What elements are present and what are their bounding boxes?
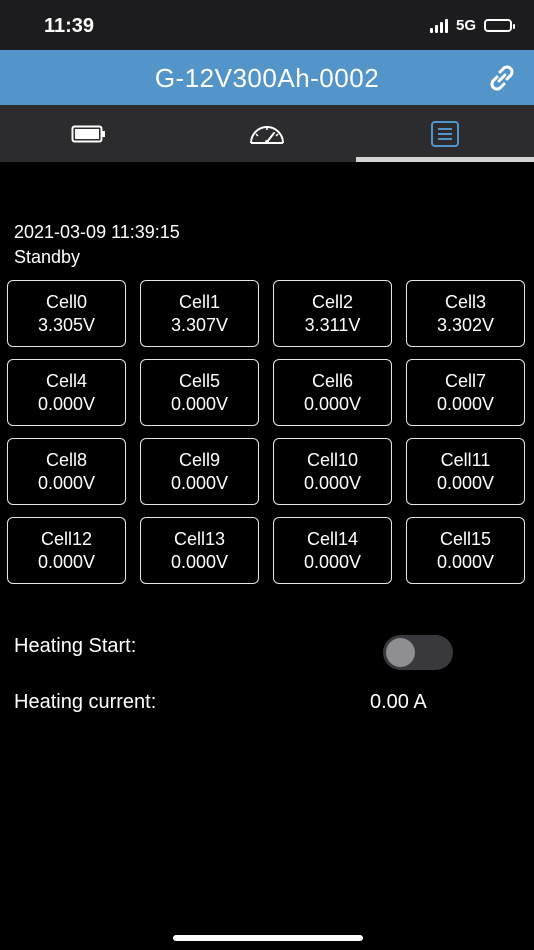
tab-bar [0,105,534,162]
cell-name: Cell6 [311,370,354,391]
cell-voltage-card: Cell3 3.302V [406,280,525,347]
cell-voltage-card: Cell10 0.000V [273,438,392,505]
cell-voltage: 0.000V [37,472,96,493]
cell-voltage: 0.000V [436,472,495,493]
cell-name: Cell4 [45,370,88,391]
cell-name: Cell1 [178,291,221,312]
battery-state: Standby [14,247,81,267]
cell-voltage-card: Cell7 0.000V [406,359,525,426]
cell-voltage-card: Cell13 0.000V [140,517,259,584]
title-bar: G-12V300Ah-0002 [0,50,534,105]
cell-voltage-grid: Cell0 3.305V Cell1 3.307V Cell2 3.311V Cell3 3.… [7,280,525,584]
cell-voltage: 0.000V [170,551,229,572]
cell-voltage-card: Cell2 3.311V [273,280,392,347]
cell-name: Cell11 [440,449,491,470]
cell-name: Cell2 [311,291,354,312]
heating-start-toggle[interactable] [383,635,453,670]
cell-voltage: 0.000V [303,551,362,572]
network-label: 5G [455,17,476,34]
cell-voltage-card: Cell0 3.305V [7,280,126,347]
home-indicator [173,935,363,941]
active-tab-indicator [356,157,534,162]
cell-voltage-card: Cell14 0.000V [273,517,392,584]
status-time: 11:39 [44,15,95,37]
signal-icon [429,18,448,33]
heating-start-label: Heating Start: [14,635,137,657]
toggle-knob [386,638,415,667]
tab-list[interactable] [356,105,534,162]
gauge-icon [250,125,284,144]
cell-voltage: 3.305V [37,314,96,335]
cell-name: Cell13 [173,528,226,549]
cell-name: Cell10 [306,449,359,470]
cell-name: Cell12 [40,528,93,549]
cell-voltage-card: Cell15 0.000V [406,517,525,584]
heating-current-value: 0.00 A [370,691,427,713]
cell-voltage-card: Cell5 0.000V [140,359,259,426]
tab-gauge[interactable] [178,105,356,162]
cell-voltage-card: Cell11 0.000V [406,438,525,505]
cell-voltage: 0.000V [170,472,229,493]
cell-voltage: 0.000V [303,472,362,493]
cell-name: Cell7 [444,370,487,391]
status-indicators: 5G [429,17,515,34]
cell-name: Cell5 [178,370,221,391]
cell-name: Cell8 [45,449,88,470]
cell-voltage: 0.000V [37,393,96,414]
link-icon[interactable] [484,60,520,96]
battery-icon [71,125,105,142]
cell-voltage-card: Cell4 0.000V [7,359,126,426]
battery-status-icon [484,19,515,32]
cell-voltage: 3.307V [170,314,229,335]
cell-voltage-card: Cell12 0.000V [7,517,126,584]
cell-voltage: 0.000V [303,393,362,414]
list-icon [431,120,459,147]
device-title: G-12V300Ah-0002 [154,63,380,93]
cell-voltage: 3.302V [436,314,495,335]
timestamp: 2021-03-09 11:39:15 [14,222,180,242]
cell-name: Cell3 [444,291,487,312]
cell-voltage-card: Cell1 3.307V [140,280,259,347]
cell-name: Cell14 [306,528,359,549]
cell-voltage: 0.000V [170,393,229,414]
cell-voltage-card: Cell6 0.000V [273,359,392,426]
cell-voltage-card: Cell9 0.000V [140,438,259,505]
cell-voltage: 0.000V [436,393,495,414]
cell-name: Cell15 [439,528,492,549]
cell-name: Cell9 [178,449,221,470]
heating-current-label: Heating current: [14,691,157,713]
cell-voltage: 0.000V [37,551,96,572]
cell-voltage: 0.000V [436,551,495,572]
cell-voltage-card: Cell8 0.000V [7,438,126,505]
cell-name: Cell0 [45,291,88,312]
cell-voltage: 3.311V [304,314,361,335]
status-bar: 11:39 5G [0,0,534,50]
tab-battery[interactable] [0,105,178,162]
